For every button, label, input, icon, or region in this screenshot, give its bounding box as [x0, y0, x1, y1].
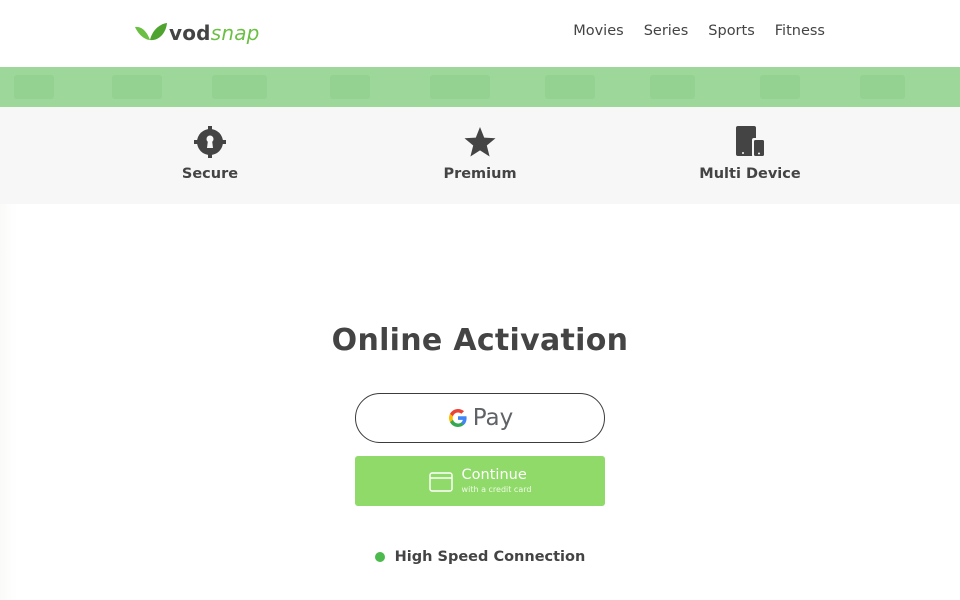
main-nav: Movies Series Sports Fitness: [573, 23, 825, 39]
feature-multi-device: Multi Device: [660, 125, 840, 182]
leaf-logo-icon: [135, 23, 167, 41]
features-strip: Secure Premium Multi Device: [0, 107, 960, 204]
continue-text: Continue with a credit card: [462, 468, 532, 494]
nav-link-fitness[interactable]: Fitness: [775, 23, 825, 39]
star-icon: [464, 127, 496, 157]
site-header: vodsnap Movies Series Sports Fitness: [0, 0, 960, 67]
banner-decoration: [14, 75, 54, 99]
status-dot-icon: [374, 552, 385, 562]
banner-decoration: [212, 75, 267, 99]
nav-link-series[interactable]: Series: [644, 23, 689, 39]
google-pay-button[interactable]: Pay: [355, 393, 605, 443]
feature-label: Premium: [443, 166, 517, 182]
banner-decoration: [860, 75, 905, 99]
keyhole-icon: [194, 126, 226, 158]
google-g-icon: [448, 409, 467, 427]
banner-decoration: [545, 75, 595, 99]
banner-decoration: [760, 75, 800, 99]
continue-credit-card-button[interactable]: Continue with a credit card: [355, 456, 605, 506]
continue-sublabel: with a credit card: [461, 484, 532, 494]
devices-icon: [736, 126, 765, 157]
banner-decoration: [650, 75, 695, 99]
status-text: High Speed Connection: [394, 549, 586, 565]
google-pay-label: Pay: [472, 405, 514, 431]
banner-decoration: [330, 75, 370, 99]
nav-link-movies[interactable]: Movies: [573, 23, 623, 39]
feature-premium: Premium: [390, 125, 570, 182]
banner-decoration: [112, 75, 162, 99]
banner-decoration: [430, 75, 490, 99]
credit-card-icon: [428, 471, 453, 492]
connection-status: High Speed Connection: [0, 549, 960, 565]
feature-label: Multi Device: [699, 166, 801, 182]
page-title: Online Activation: [331, 323, 629, 358]
logo-wordmark: vodsnap: [169, 21, 260, 45]
continue-label: Continue: [461, 467, 527, 484]
hero-banner: [0, 67, 960, 107]
feature-label: Secure: [181, 166, 239, 182]
nav-link-sports[interactable]: Sports: [708, 23, 754, 39]
page-edge-shade: [0, 204, 18, 600]
feature-secure: Secure: [120, 125, 300, 182]
vodsnap-logo[interactable]: vodsnap: [134, 20, 260, 46]
